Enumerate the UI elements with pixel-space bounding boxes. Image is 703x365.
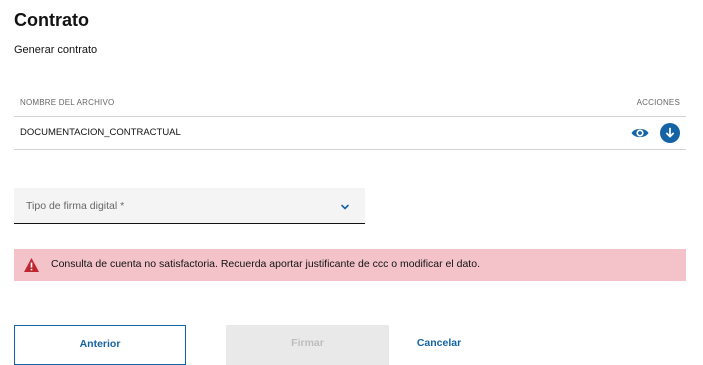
previous-button[interactable]: Anterior xyxy=(14,325,186,365)
download-icon[interactable] xyxy=(660,123,680,143)
eye-icon[interactable] xyxy=(630,123,650,143)
file-name: DOCUMENTACION_CONTRACTUAL xyxy=(20,127,181,138)
table-header: NOMBRE DEL ARCHIVO ACCIONES xyxy=(14,92,686,117)
signature-type-label: Tipo de firma digital * xyxy=(26,200,125,212)
cancel-button[interactable]: Cancelar xyxy=(403,325,475,365)
chevron-down-icon xyxy=(339,200,351,212)
warning-icon xyxy=(23,257,40,273)
files-table: NOMBRE DEL ARCHIVO ACCIONES DOCUMENTACIO… xyxy=(14,92,686,150)
row-actions xyxy=(630,123,680,143)
page-subtitle: Generar contrato xyxy=(14,44,98,56)
alert-message: Consulta de cuenta no satisfactoria. Rec… xyxy=(51,258,480,270)
signature-type-select[interactable]: Tipo de firma digital * xyxy=(14,188,365,224)
column-header-name: NOMBRE DEL ARCHIVO xyxy=(20,98,115,107)
column-header-actions: ACCIONES xyxy=(636,98,680,107)
sign-button[interactable]: Firmar xyxy=(226,325,389,365)
page-title: Contrato xyxy=(14,10,89,30)
error-alert: Consulta de cuenta no satisfactoria. Rec… xyxy=(14,249,686,281)
table-row: DOCUMENTACION_CONTRACTUAL xyxy=(14,117,686,150)
